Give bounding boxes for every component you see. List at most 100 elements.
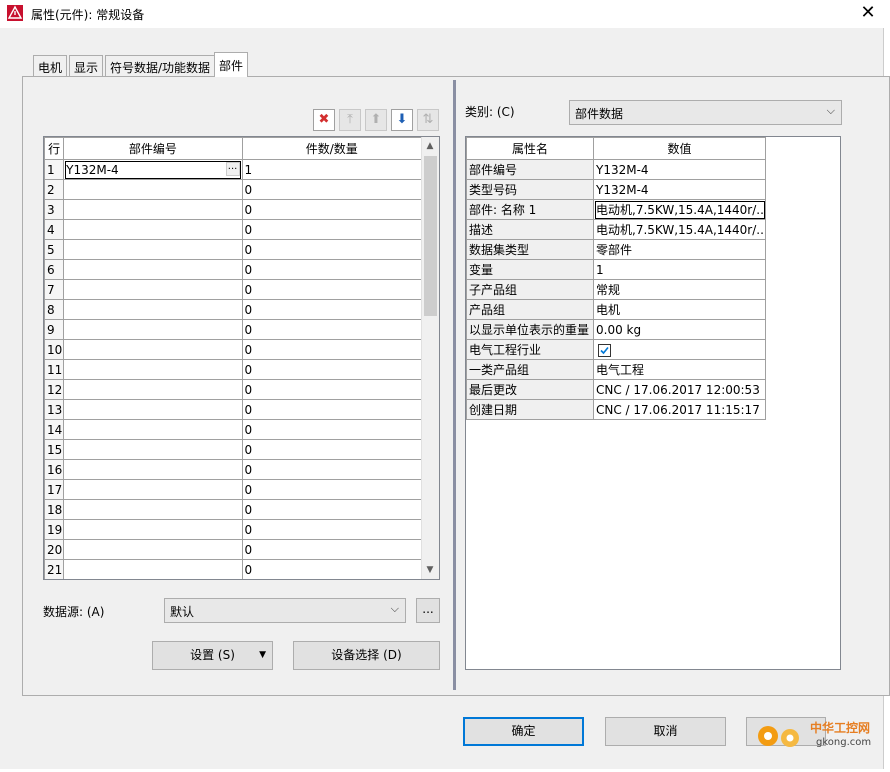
quantity-cell[interactable]: 0 [241, 559, 423, 579]
property-value[interactable]: 电气工程 [593, 359, 766, 380]
property-value[interactable]: 电机 [593, 299, 766, 320]
swap-rows-icon[interactable]: ⇅ [417, 109, 439, 131]
part-number-cell[interactable] [63, 499, 243, 520]
quantity-cell[interactable]: 0 [241, 479, 423, 500]
table-row[interactable]: 17 0 [44, 479, 423, 500]
property-row[interactable]: 以显示单位表示的重量 0.00 kg [466, 319, 766, 340]
quantity-cell[interactable]: 0 [241, 439, 423, 460]
part-number-cell[interactable] [63, 539, 243, 560]
quantity-cell[interactable]: 0 [241, 299, 423, 320]
property-value[interactable]: 电动机,7.5KW,15.4A,1440r/... [593, 199, 766, 220]
quantity-cell[interactable]: 0 [241, 179, 423, 200]
property-value[interactable]: Y132M-4 [593, 179, 766, 200]
column-header-row[interactable]: 行 [44, 137, 65, 160]
column-header-value[interactable]: 数值 [593, 137, 766, 160]
part-number-cell[interactable] [63, 439, 243, 460]
property-row[interactable]: 最后更改 CNC / 17.06.2017 12:00:53 [466, 379, 766, 400]
property-value[interactable]: 0.00 kg [593, 319, 766, 340]
property-row[interactable]: 创建日期 CNC / 17.06.2017 11:15:17 [466, 399, 766, 420]
part-number-cell[interactable] [63, 459, 243, 480]
part-number-cell[interactable] [63, 239, 243, 260]
tab-symbol-function-data[interactable]: 符号数据/功能数据 [105, 55, 216, 76]
table-row[interactable]: 14 0 [44, 419, 423, 440]
scroll-thumb[interactable] [424, 156, 437, 316]
part-number-cell[interactable] [63, 519, 243, 540]
move-up-icon[interactable]: ⬆ [365, 109, 387, 131]
part-number-cell[interactable] [63, 339, 243, 360]
table-row[interactable]: 60 [44, 259, 423, 280]
property-value[interactable]: 1 [593, 259, 766, 280]
table-row[interactable]: 20 0 [44, 539, 423, 560]
column-header-quantity[interactable]: 件数/数量 [241, 137, 423, 160]
property-row[interactable]: 部件: 名称 1 电动机,7.5KW,15.4A,1440r/... [466, 199, 766, 220]
datasource-select[interactable]: 默认 ⌵ [164, 598, 406, 623]
table-row[interactable]: 13 0 [44, 399, 423, 420]
tab-parts[interactable]: 部件 [214, 52, 249, 77]
part-number-cell[interactable]: Y132M-4... [63, 159, 243, 180]
table-row[interactable]: 40 [44, 219, 423, 240]
category-select[interactable]: 部件数据 ⌵ [569, 100, 842, 125]
part-browse-button[interactable]: ... [225, 162, 240, 176]
property-value[interactable]: 零部件 [593, 239, 766, 260]
quantity-cell[interactable]: 0 [241, 199, 423, 220]
tab-motor[interactable]: 电机 [33, 55, 68, 76]
quantity-cell[interactable]: 0 [241, 519, 423, 540]
table-row[interactable]: 16 0 [44, 459, 423, 480]
quantity-cell[interactable]: 0 [241, 279, 423, 300]
quantity-cell[interactable]: 0 [241, 339, 423, 360]
part-number-cell[interactable] [63, 319, 243, 340]
property-value[interactable] [593, 339, 766, 360]
property-value[interactable]: 电动机,7.5KW,15.4A,1440r/... [593, 219, 766, 240]
table-row[interactable]: 80 [44, 299, 423, 320]
quantity-cell[interactable]: 0 [241, 399, 423, 420]
table-row[interactable]: 11 0 [44, 359, 423, 380]
property-row[interactable]: 类型号码 Y132M-4 [466, 179, 766, 200]
checkbox-checked-icon[interactable] [598, 343, 611, 357]
part-number-cell[interactable] [63, 479, 243, 500]
part-number-cell[interactable] [63, 279, 243, 300]
quantity-cell[interactable]: 0 [241, 239, 423, 260]
cancel-button[interactable]: 取消 [605, 717, 726, 746]
quantity-cell[interactable]: 0 [241, 359, 423, 380]
move-down-icon[interactable]: ⬇ [391, 109, 413, 131]
quantity-cell[interactable]: 0 [241, 259, 423, 280]
move-top-icon[interactable]: ⤒ [339, 109, 361, 131]
part-number-cell[interactable] [63, 259, 243, 280]
property-row[interactable]: 数据集类型 零部件 [466, 239, 766, 260]
table-row[interactable]: 1 Y132M-4... 1 [44, 159, 423, 180]
quantity-cell[interactable]: 1 [241, 159, 423, 180]
table-row[interactable]: 19 0 [44, 519, 423, 540]
quantity-cell[interactable]: 0 [241, 379, 423, 400]
table-row[interactable]: 90 [44, 319, 423, 340]
quantity-cell[interactable]: 0 [241, 459, 423, 480]
column-header-part-number[interactable]: 部件编号 [63, 137, 243, 160]
table-row[interactable]: 50 [44, 239, 423, 260]
property-value[interactable]: 常规 [593, 279, 766, 300]
table-row[interactable]: 10 0 [44, 339, 423, 360]
table-row[interactable]: 15 0 [44, 439, 423, 460]
property-row[interactable]: 一类产品组 电气工程 [466, 359, 766, 380]
part-number-cell[interactable] [63, 359, 243, 380]
quantity-cell[interactable]: 0 [241, 219, 423, 240]
scroll-down-icon[interactable]: ▼ [421, 561, 439, 579]
part-number-cell[interactable] [63, 199, 243, 220]
part-number-cell[interactable] [63, 179, 243, 200]
close-icon[interactable]: ✕ [856, 2, 880, 24]
table-row[interactable]: 18 0 [44, 499, 423, 520]
scroll-up-icon[interactable]: ▲ [421, 137, 439, 155]
table-row[interactable]: 30 [44, 199, 423, 220]
property-row[interactable]: 描述 电动机,7.5KW,15.4A,1440r/... [466, 219, 766, 240]
part-number-cell[interactable] [63, 379, 243, 400]
quantity-cell[interactable]: 0 [241, 499, 423, 520]
property-row[interactable]: 子产品组 常规 [466, 279, 766, 300]
table-row[interactable]: 21 0 [44, 559, 423, 579]
pane-splitter[interactable] [453, 80, 456, 690]
property-value[interactable]: CNC / 17.06.2017 11:15:17 [593, 399, 766, 420]
part-number-cell[interactable] [63, 559, 243, 579]
part-number-cell[interactable] [63, 299, 243, 320]
property-row[interactable]: 电气工程行业 [466, 339, 766, 360]
column-header-property-name[interactable]: 属性名 [466, 137, 594, 160]
part-number-cell[interactable] [63, 219, 243, 240]
parts-table[interactable]: 行 部件编号 件数/数量 1 Y132M-4... 1 2 0 3 0 4 0 5 0 6 0 7 0 8 0 9… [43, 136, 440, 580]
table-row[interactable]: 12 0 [44, 379, 423, 400]
